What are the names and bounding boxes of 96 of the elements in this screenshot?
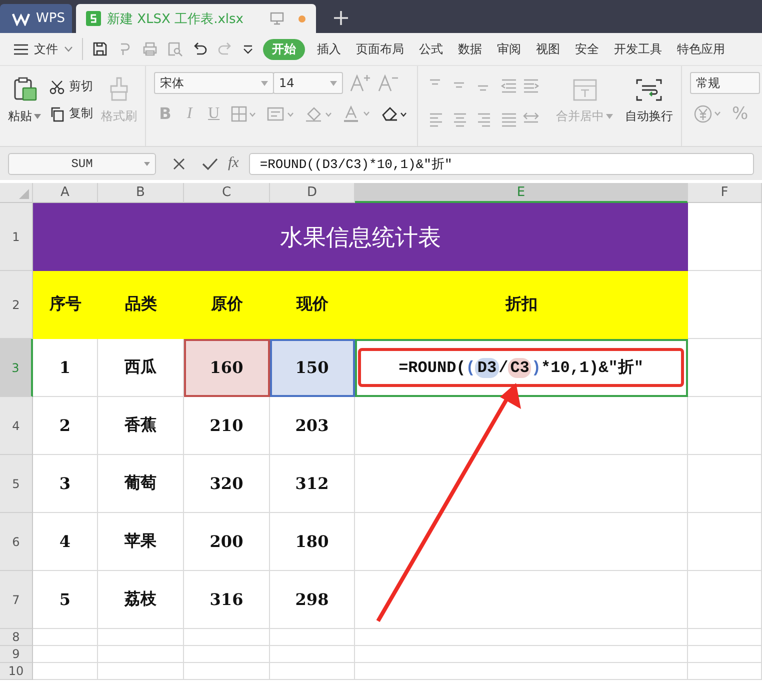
w-logo-icon bbox=[12, 12, 30, 26]
wrap-text-icon bbox=[635, 78, 663, 102]
caret-icon bbox=[34, 114, 41, 120]
ribbon-tab[interactable]: 开发工具 bbox=[611, 38, 665, 60]
caret-icon bbox=[64, 46, 73, 52]
table-cell: 200 bbox=[184, 513, 270, 571]
scissors-icon bbox=[49, 78, 65, 94]
caret-icon bbox=[261, 80, 268, 86]
ribbon-tab[interactable]: 页面布局 bbox=[353, 38, 407, 60]
new-tab-icon[interactable] bbox=[334, 11, 348, 25]
table-cell: 3 bbox=[33, 455, 98, 513]
undo-icon[interactable] bbox=[192, 41, 208, 57]
wps-tab[interactable]: WPS bbox=[0, 4, 72, 33]
table-cell: 荔枝 bbox=[98, 571, 184, 629]
row-header[interactable]: 10 bbox=[0, 663, 33, 680]
eraser-icon[interactable] bbox=[380, 106, 409, 122]
corner-triangle-icon bbox=[19, 189, 29, 199]
caret-icon bbox=[606, 114, 613, 120]
merge-cells-icon bbox=[572, 78, 598, 102]
confirm-check-icon[interactable] bbox=[202, 156, 218, 170]
column-header[interactable]: D bbox=[270, 183, 355, 203]
number-format-dropdown[interactable]: 常规 bbox=[690, 72, 760, 94]
column-header[interactable]: F bbox=[688, 183, 762, 203]
table-cell: 210 bbox=[184, 397, 270, 455]
row-header[interactable]: 9 bbox=[0, 646, 33, 663]
caret-icon bbox=[144, 162, 150, 166]
font-color-icon[interactable] bbox=[342, 104, 371, 122]
ribbon-tab[interactable]: 特色应用 bbox=[674, 38, 728, 60]
column-heading: 原价 bbox=[211, 294, 243, 315]
increase-font-icon[interactable] bbox=[349, 73, 371, 93]
font-name-dropdown[interactable]: 宋体 bbox=[154, 72, 274, 94]
print-preview-icon[interactable] bbox=[167, 41, 183, 57]
table-cell: 312 bbox=[270, 455, 355, 513]
cancel-icon[interactable] bbox=[172, 156, 186, 170]
menu-icon bbox=[14, 44, 28, 54]
referenced-cell: 160 bbox=[184, 339, 270, 397]
name-box[interactable]: SUM bbox=[8, 152, 156, 174]
table-cell: 4 bbox=[33, 513, 98, 571]
ribbon-tab[interactable]: 数据 bbox=[455, 38, 485, 60]
save-icon[interactable] bbox=[92, 41, 108, 57]
table-title: 水果信息统计表 bbox=[33, 203, 688, 271]
paste-button[interactable]: 粘贴 bbox=[8, 72, 41, 146]
caret-icon bbox=[330, 80, 337, 86]
table-cell: 葡萄 bbox=[98, 455, 184, 513]
cut-button[interactable]: 剪切 bbox=[49, 78, 93, 95]
column-header[interactable]: B bbox=[98, 183, 184, 203]
decrease-font-icon[interactable] bbox=[377, 73, 399, 93]
table-cell: 苹果 bbox=[98, 513, 184, 571]
row-header[interactable]: 7 bbox=[0, 571, 33, 629]
select-all-corner[interactable] bbox=[0, 183, 33, 203]
table-cell: 316 bbox=[184, 571, 270, 629]
column-heading: 序号 bbox=[50, 294, 82, 315]
borders-icon[interactable] bbox=[230, 106, 257, 122]
ribbon-tab[interactable]: 视图 bbox=[533, 38, 563, 60]
copy-button[interactable]: 复制 bbox=[49, 105, 93, 122]
dropdown-icon[interactable] bbox=[242, 43, 254, 55]
table-cell: 香蕉 bbox=[98, 397, 184, 455]
table-cell: 180 bbox=[270, 513, 355, 571]
formula-input[interactable]: =ROUND((D3/C3)*10,1)&″折″ bbox=[248, 152, 754, 174]
cell-style-icon[interactable] bbox=[266, 106, 295, 122]
ribbon-tab[interactable]: 公式 bbox=[416, 38, 446, 60]
redo-icon[interactable] bbox=[217, 41, 233, 57]
table-cell: 西瓜 bbox=[98, 339, 184, 397]
copy-icon bbox=[49, 106, 65, 122]
print-icon[interactable] bbox=[142, 41, 158, 57]
file-menu[interactable]: 文件 bbox=[14, 40, 73, 58]
monitor-icon[interactable] bbox=[270, 12, 284, 25]
table-cell: 203 bbox=[270, 397, 355, 455]
ribbon-tab[interactable]: 插入 bbox=[314, 38, 344, 60]
clipboard-icon bbox=[12, 76, 38, 102]
currency-icon[interactable] bbox=[694, 105, 722, 123]
table-cell: 320 bbox=[184, 455, 270, 513]
ribbon-tab[interactable]: 审阅 bbox=[494, 38, 524, 60]
row-header[interactable]: 6 bbox=[0, 513, 33, 571]
table-cell: 2 bbox=[33, 397, 98, 455]
wrap-text-button[interactable]: 自动换行 bbox=[625, 74, 673, 146]
spreadsheet-icon bbox=[86, 11, 101, 26]
table-cell: 1 bbox=[33, 339, 98, 397]
column-header[interactable]: C bbox=[184, 183, 270, 203]
row-header[interactable]: 1 bbox=[0, 203, 33, 271]
fill-color-icon[interactable] bbox=[304, 106, 333, 122]
cell-formula: =ROUND((D3/C3)*10,1)&″折″ bbox=[398, 357, 644, 378]
row-header[interactable]: 2 bbox=[0, 271, 33, 339]
column-heading: 现价 bbox=[296, 294, 328, 315]
font-size-dropdown[interactable]: 14 bbox=[273, 72, 343, 94]
row-header[interactable]: 5 bbox=[0, 455, 33, 513]
table-cell: 298 bbox=[270, 571, 355, 629]
insert-function-button[interactable]: fx bbox=[228, 155, 239, 172]
column-heading: 品类 bbox=[125, 294, 157, 315]
row-header[interactable]: 8 bbox=[0, 629, 33, 646]
row-header[interactable]: 4 bbox=[0, 397, 33, 455]
column-heading: 折扣 bbox=[506, 294, 538, 315]
ribbon-tab[interactable]: 安全 bbox=[572, 38, 602, 60]
column-header[interactable]: A bbox=[33, 183, 98, 203]
table-cell: 5 bbox=[33, 571, 98, 629]
referenced-cell: 150 bbox=[270, 339, 355, 397]
